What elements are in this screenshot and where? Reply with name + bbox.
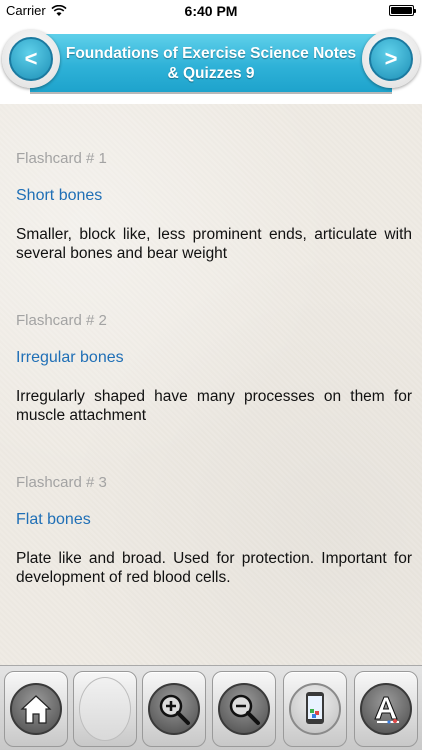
status-time: 6:40 PM [184,3,238,19]
flashcard-number: Flashcard # 1 [16,150,107,167]
zoom-in-button[interactable] [142,671,206,747]
header: Foundations of Exercise Science Notes & … [0,22,422,104]
home-icon [10,683,62,735]
battery-icon [389,5,416,16]
flashcard: Flashcard # 1 Short bones Smaller, block… [16,150,412,263]
flashcard: Flashcard # 3 Flat bones Plate like and … [16,474,412,587]
zoom-out-button[interactable] [212,671,276,747]
flashcard-term: Short bones [16,187,103,204]
flashcard-number: Flashcard # 3 [16,474,107,491]
chevron-left-icon: < [9,37,53,81]
font-icon [360,683,412,735]
flashcard-definition: Plate like and broad. Used for protectio… [16,550,412,586]
previous-button[interactable]: < [2,30,60,88]
font-size-button[interactable] [354,671,418,747]
blank-button[interactable] [73,671,137,747]
chevron-right-icon: > [369,37,413,81]
bottom-toolbar [0,665,422,750]
blank-icon [79,677,131,741]
flashcard-term: Flat bones [16,511,91,528]
page-title-line2: & Quizzes 9 [167,65,255,82]
flashcard: Flashcard # 2 Irregular bones Irregularl… [16,312,412,425]
flashcard-term: Irregular bones [16,349,124,366]
more-apps-button[interactable] [283,671,347,747]
flashcard-definition: Irregularly shaped have many processes o… [16,388,412,424]
flashcard-list: Flashcard # 1 Short bones Smaller, block… [16,150,412,636]
page-title: Foundations of Exercise Science Notes & … [54,44,368,84]
flashcard-number: Flashcard # 2 [16,312,107,329]
status-bar: Carrier 6:40 PM [0,0,422,22]
zoom-out-icon [218,683,270,735]
page-title-line1: Foundations of Exercise Science Notes [65,45,357,62]
flashcard-definition: Smaller, block like, less prominent ends… [16,226,412,262]
next-button[interactable]: > [362,30,420,88]
phone-icon [289,683,341,735]
zoom-in-icon [148,683,200,735]
home-button[interactable] [4,671,68,747]
